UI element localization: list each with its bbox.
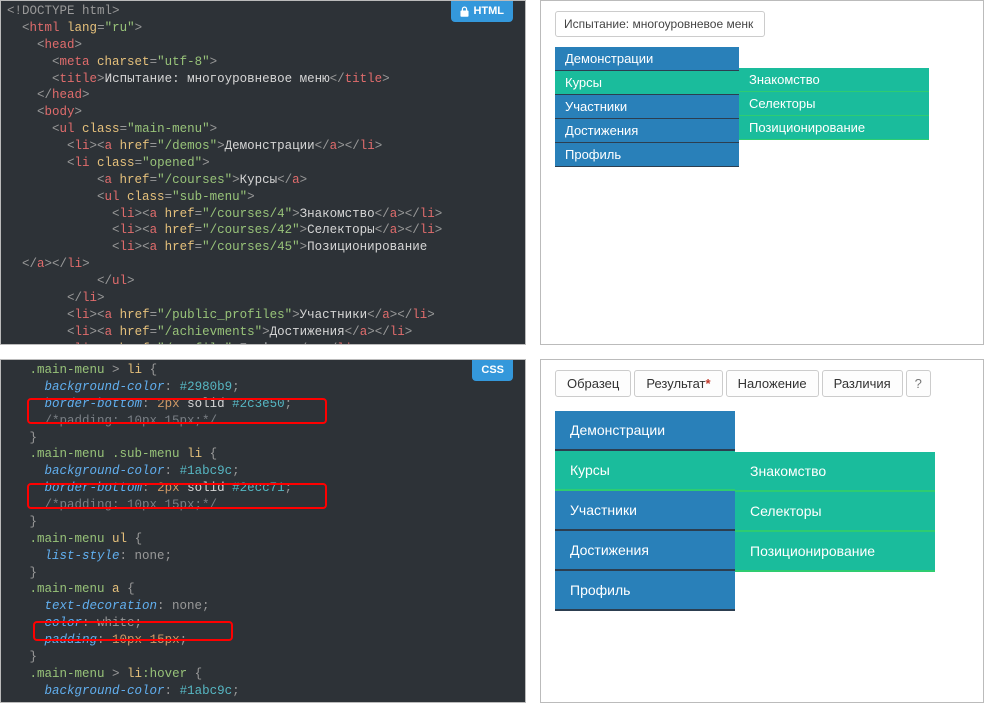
big-menu: Демонстрации Курсы Участники Достижения … bbox=[555, 411, 735, 611]
title-input[interactable] bbox=[555, 11, 765, 37]
css-editor[interactable]: CSS .main-menu > li { background-color: … bbox=[0, 359, 526, 703]
submenu-item[interactable]: Селекторы bbox=[735, 492, 935, 532]
preview-bottom: Образец Результат* Наложение Различия ? … bbox=[540, 359, 984, 703]
mini-menu: Демонстрации Курсы Участники Достижения … bbox=[555, 47, 739, 167]
menu-item[interactable]: Достижения bbox=[555, 119, 739, 143]
preview-top: Демонстрации Курсы Участники Достижения … bbox=[540, 0, 984, 345]
tab-result[interactable]: Результат* bbox=[634, 370, 722, 397]
tab-overlay[interactable]: Наложение bbox=[726, 370, 819, 397]
menu-item[interactable]: Участники bbox=[555, 491, 735, 531]
html-badge: HTML bbox=[451, 1, 513, 22]
lock-icon bbox=[460, 6, 469, 17]
help-button[interactable]: ? bbox=[906, 370, 931, 397]
badge-label: HTML bbox=[473, 4, 504, 19]
code-content: <!DOCTYPE html> <html lang="ru"> <head> … bbox=[7, 3, 519, 345]
submenu: Знакомство Селекторы Позиционирование bbox=[735, 452, 935, 572]
menu-item[interactable]: Профиль bbox=[555, 571, 735, 611]
submenu-item[interactable]: Знакомство bbox=[739, 68, 929, 92]
submenu-item[interactable]: Позиционирование bbox=[735, 532, 935, 572]
menu-item[interactable]: Демонстрации bbox=[555, 411, 735, 451]
menu-item[interactable]: Демонстрации bbox=[555, 47, 739, 71]
html-editor[interactable]: HTML <!DOCTYPE html> <html lang="ru"> <h… bbox=[0, 0, 526, 345]
submenu-item[interactable]: Селекторы bbox=[739, 92, 929, 116]
code-content: .main-menu > li { background-color: #298… bbox=[7, 362, 519, 700]
tabs: Образец Результат* Наложение Различия ? bbox=[555, 370, 969, 397]
menu-item[interactable]: Профиль bbox=[555, 143, 739, 167]
menu-item-open[interactable]: Курсы bbox=[555, 451, 735, 491]
submenu-item[interactable]: Позиционирование bbox=[739, 116, 929, 140]
submenu: Знакомство Селекторы Позиционирование bbox=[739, 68, 929, 140]
badge-label: CSS bbox=[481, 363, 504, 378]
menu-item[interactable]: Достижения bbox=[555, 531, 735, 571]
submenu-item[interactable]: Знакомство bbox=[735, 452, 935, 492]
diff-mark-icon: * bbox=[706, 376, 711, 391]
tab-diff[interactable]: Различия bbox=[822, 370, 903, 397]
tab-sample[interactable]: Образец bbox=[555, 370, 631, 397]
menu-item-open[interactable]: Курсы bbox=[555, 71, 739, 95]
css-badge: CSS bbox=[472, 360, 513, 381]
menu-item[interactable]: Участники bbox=[555, 95, 739, 119]
